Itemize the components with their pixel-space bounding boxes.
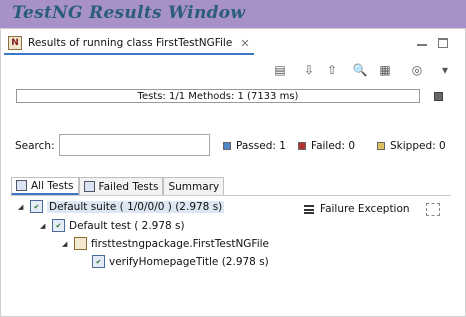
tabs-divider xyxy=(11,195,451,196)
failed-label: Failed: 0 xyxy=(311,140,356,152)
tab-label: All Tests xyxy=(31,179,74,192)
banner-title: TestNG Results Window xyxy=(12,3,246,23)
failed-count: Failed: 0 xyxy=(298,140,355,152)
results-panel xyxy=(0,28,466,317)
rerun-failed-icon[interactable]: ▤ xyxy=(272,62,288,78)
tab-label: Summary xyxy=(168,180,220,193)
tree-test-row[interactable]: ◢ ✔ Default test ( 2.978 s) xyxy=(40,219,185,232)
progress-text: Tests: 1/1 Methods: 1 (7133 ms) xyxy=(137,90,299,102)
method-label: verifyHomepageTitle (2.978 s) xyxy=(109,255,269,268)
compare-result-icon[interactable] xyxy=(426,203,440,216)
suite-pass-icon: ✔ xyxy=(30,200,43,213)
class-icon xyxy=(74,237,87,250)
layout-toggle-icon[interactable] xyxy=(434,92,443,101)
failure-exception-title: Failure Exception xyxy=(320,203,410,215)
search-icon[interactable]: 🔍 xyxy=(352,62,368,78)
view-tab[interactable]: N Results of running class FirstTestNGFi… xyxy=(4,33,254,55)
passed-count: Passed: 1 xyxy=(223,140,286,152)
collapse-arrow-icon[interactable]: ◢ xyxy=(62,240,70,248)
collapse-arrow-icon[interactable]: ◢ xyxy=(18,203,26,211)
tree-icon xyxy=(16,180,27,191)
collapse-arrow-icon[interactable]: ◢ xyxy=(40,222,48,230)
skipped-icon xyxy=(377,142,385,150)
search-label: Search: xyxy=(15,140,55,152)
passed-label: Passed: 1 xyxy=(236,140,286,152)
method-pass-icon: ✔ xyxy=(92,255,105,268)
minimize-icon[interactable] xyxy=(417,38,427,46)
tab-failed-tests[interactable]: Failed Tests xyxy=(78,177,164,195)
skipped-count: Skipped: 0 xyxy=(377,140,446,152)
passed-icon xyxy=(223,142,231,150)
history-icon[interactable]: ◎ xyxy=(409,62,425,78)
tab-all-tests[interactable]: All Tests xyxy=(11,177,79,195)
tree-suite-row[interactable]: ◢ ✔ Default suite ( 1/0/0/0 ) (2.978 s) xyxy=(18,200,225,213)
search-input[interactable] xyxy=(59,134,210,156)
failed-icon xyxy=(298,142,306,150)
maximize-icon[interactable] xyxy=(438,38,448,48)
tab-summary[interactable]: Summary xyxy=(163,177,225,195)
next-failure-icon[interactable]: ⇩ xyxy=(301,62,317,78)
test-label: Default test ( 2.978 s) xyxy=(69,219,185,232)
failure-exception-header: Failure Exception xyxy=(304,203,410,215)
previous-failure-icon[interactable]: ⇧ xyxy=(324,62,340,78)
title-banner: TestNG Results Window xyxy=(0,0,466,28)
test-pass-icon: ✔ xyxy=(52,219,65,232)
suite-label: Default suite ( 1/0/0/0 ) (2.978 s) xyxy=(47,200,225,213)
skipped-label: Skipped: 0 xyxy=(390,140,446,152)
close-icon[interactable]: ✕ xyxy=(240,37,249,50)
stack-trace-icon xyxy=(304,204,314,214)
testng-icon: N xyxy=(8,36,22,50)
tree-method-row[interactable]: ✔ verifyHomepageTitle (2.978 s) xyxy=(92,255,269,268)
tree-icon xyxy=(83,181,95,192)
tab-label: Failed Tests xyxy=(98,180,159,193)
result-tabs: All Tests Failed Tests Summary xyxy=(11,177,225,195)
progress-bar: Tests: 1/1 Methods: 1 (7133 ms) xyxy=(16,89,420,103)
view-menu-icon[interactable]: ▾ xyxy=(437,62,453,78)
tree-class-row[interactable]: ◢ firsttestngpackage.FirstTestNGFile xyxy=(62,237,269,250)
view-tab-title: Results of running class FirstTestNGFile xyxy=(28,37,233,49)
class-label: firsttestngpackage.FirstTestNGFile xyxy=(91,237,270,250)
filter-icon[interactable]: ▦ xyxy=(377,62,393,78)
